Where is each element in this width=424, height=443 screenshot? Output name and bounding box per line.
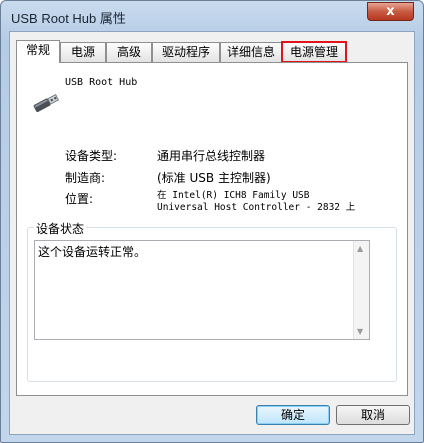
- manufacturer-label: 制造商:: [65, 171, 106, 185]
- location-label: 位置:: [65, 192, 94, 206]
- device-status-text: 这个设备运转正常。: [38, 245, 147, 259]
- manufacturer-value: (标准 USB 主控制器): [157, 171, 271, 185]
- tab-advanced[interactable]: 高级: [106, 42, 152, 62]
- cancel-button-label: 取消: [360, 408, 385, 422]
- scroll-up-icon[interactable]: ▲: [357, 244, 363, 253]
- tab-power[interactable]: 电源: [60, 42, 106, 62]
- tab-label: 常规: [25, 43, 50, 57]
- close-icon: x: [386, 4, 395, 19]
- tab-label: 驱动程序: [161, 45, 210, 59]
- tab-label: 电源管理: [289, 45, 338, 59]
- ok-button-label: 确定: [280, 408, 305, 422]
- tab-power-management[interactable]: 电源管理: [281, 41, 347, 63]
- dialog-client-area: 常规 电源 高级 驱动程序 详细信息 电源管理 USB Root Hub 设备类…: [9, 31, 415, 435]
- tab-general[interactable]: 常规: [16, 40, 60, 63]
- device-name: USB Root Hub: [65, 77, 138, 88]
- status-scrollbar[interactable]: ▲ ▼: [353, 241, 369, 339]
- general-tab-panel: USB Root Hub 设备类型: 通用串行总线控制器 制造商: (标准 US…: [16, 62, 408, 396]
- tab-label: 高级: [116, 45, 141, 59]
- tab-label: 电源: [70, 45, 95, 59]
- tab-strip: 常规 电源 高级 驱动程序 详细信息 电源管理: [16, 40, 410, 63]
- location-line-2: Universal Host Controller - 2832 上: [157, 202, 356, 213]
- tab-details[interactable]: 详细信息: [220, 42, 282, 62]
- tab-label: 详细信息: [226, 45, 275, 59]
- close-button[interactable]: x: [367, 2, 414, 21]
- ok-button[interactable]: 确定: [256, 405, 330, 425]
- device-status-textbox[interactable]: 这个设备运转正常。 ▲ ▼: [34, 240, 370, 340]
- location-line-1: 在 Intel(R) ICH8 Family USB: [157, 190, 310, 201]
- device-status-group: 设备状态 这个设备运转正常。 ▲ ▼: [27, 220, 397, 382]
- device-type-label: 设备类型:: [65, 149, 118, 163]
- device-status-title: 设备状态: [34, 220, 87, 237]
- location-value: 在 Intel(R) ICH8 Family USB Universal Hos…: [157, 190, 355, 214]
- properties-dialog: USB Root Hub 属性 x 常规 电源 高级 驱动程序 详细信息 电源管…: [0, 0, 424, 443]
- tab-driver[interactable]: 驱动程序: [152, 42, 220, 62]
- usb-plug-icon: [33, 94, 60, 112]
- window-title: USB Root Hub 属性: [11, 11, 126, 26]
- title-bar[interactable]: USB Root Hub 属性 x: [1, 1, 423, 29]
- cancel-button[interactable]: 取消: [336, 405, 410, 425]
- scroll-down-icon[interactable]: ▼: [357, 327, 363, 336]
- device-type-value: 通用串行总线控制器: [157, 149, 266, 163]
